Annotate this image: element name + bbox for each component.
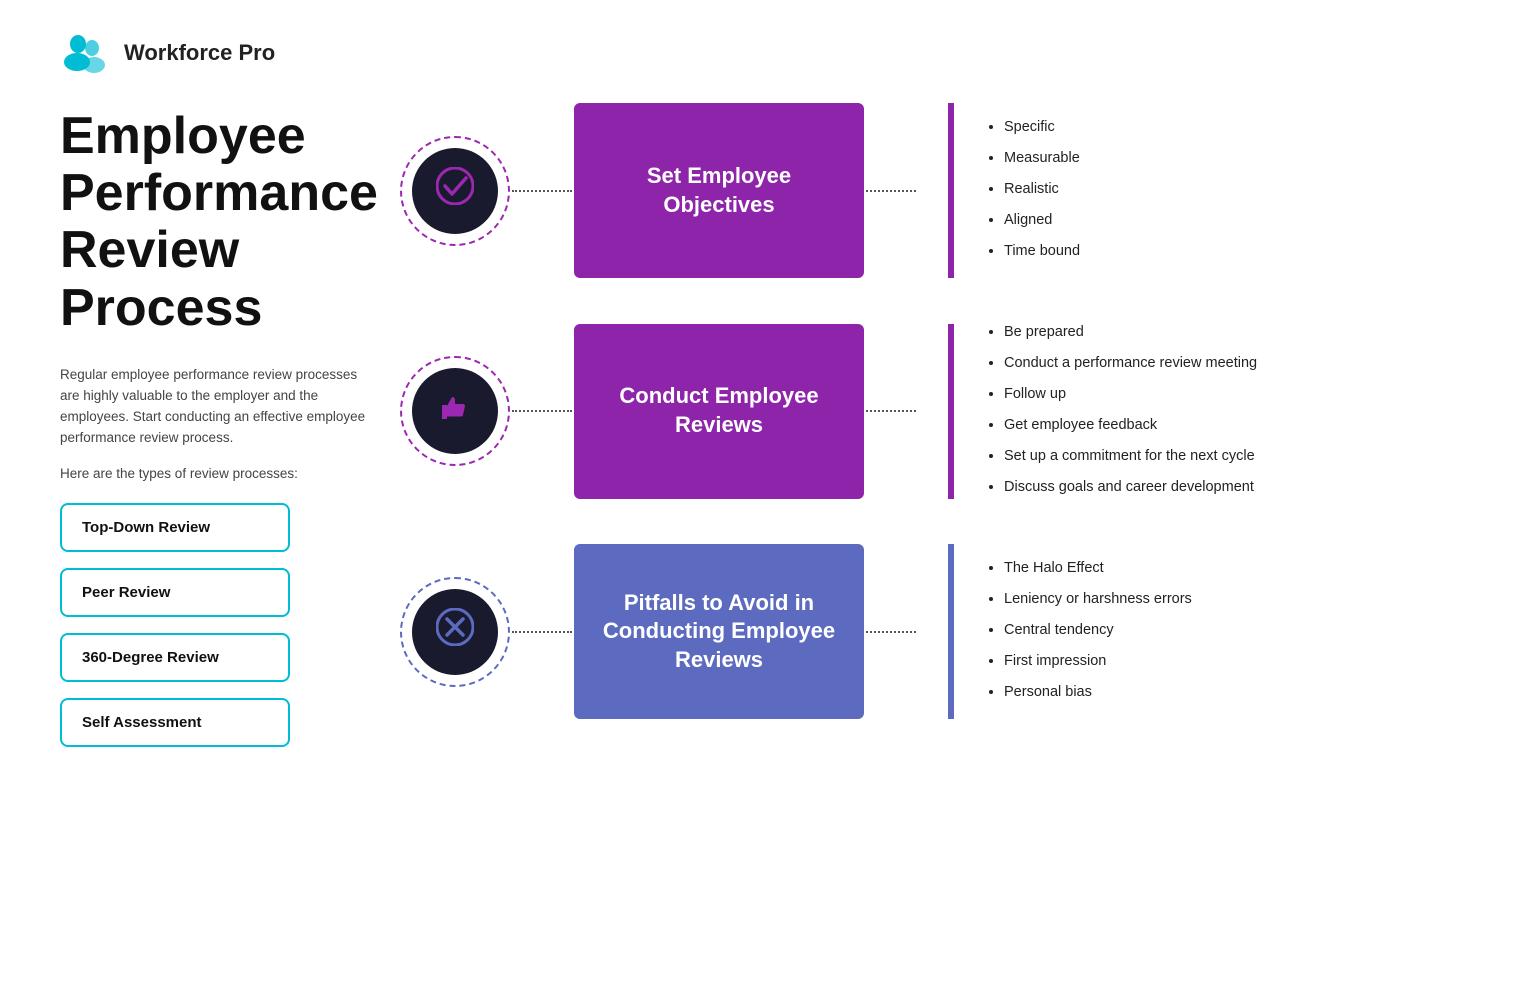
dotted-line-1 (512, 190, 572, 192)
xmark-icon (436, 608, 474, 655)
bullet-item: Conduct a performance review meeting (1004, 349, 1257, 378)
process-box-title-1: Set Employee Objectives (592, 162, 846, 219)
inner-circle-1 (412, 148, 498, 234)
bullet-list-3: The Halo Effect Leniency or harshness er… (984, 554, 1192, 709)
header: Workforce Pro (0, 0, 1536, 88)
process-box-1: Set Employee Objectives (574, 103, 864, 278)
bullet-item: Measurable (1004, 144, 1080, 173)
process-row-2: Conduct Employee Reviews Be prepared Con… (400, 318, 1476, 504)
review-types-label: Here are the types of review processes: (60, 466, 370, 481)
bullet-item: Personal bias (1004, 678, 1192, 707)
process-row-3: Pitfalls to Avoid in Conducting Employee… (400, 544, 1476, 719)
bullet-item: Specific (1004, 113, 1080, 142)
process-box-title-2: Conduct Employee Reviews (592, 382, 846, 439)
bullet-item: Discuss goals and career development (1004, 473, 1257, 502)
bullet-item: Be prepared (1004, 318, 1257, 347)
dotted-line-3b (866, 631, 916, 633)
vertical-bar-3 (948, 544, 954, 719)
page-title: Employee Performance Review Process (60, 108, 370, 337)
review-buttons-container: Top-Down Review Peer Review 360-Degree R… (60, 503, 370, 747)
review-btn-self[interactable]: Self Assessment (60, 698, 290, 747)
vertical-bar-1 (948, 103, 954, 278)
inner-circle-3 (412, 589, 498, 675)
bullet-list-2: Be prepared Conduct a performance review… (984, 318, 1257, 504)
vertical-bar-2 (948, 324, 954, 499)
bullet-item: Realistic (1004, 175, 1080, 204)
dotted-line-2b (866, 410, 916, 412)
inner-circle-2 (412, 368, 498, 454)
checkmark-icon (436, 167, 474, 214)
description-text: Regular employee performance review proc… (60, 365, 370, 449)
review-btn-top-down[interactable]: Top-Down Review (60, 503, 290, 552)
bullet-item: First impression (1004, 647, 1192, 676)
bullet-item: Set up a commitment for the next cycle (1004, 442, 1257, 471)
process-row-1: Set Employee Objectives Specific Measura… (400, 103, 1476, 278)
icon-wrapper-2 (400, 356, 510, 466)
bullet-item: Leniency or harshness errors (1004, 585, 1192, 614)
dotted-line-2 (512, 410, 572, 412)
bullet-item: Aligned (1004, 206, 1080, 235)
brand-name: Workforce Pro (124, 40, 275, 66)
bullet-item: Time bound (1004, 237, 1080, 266)
dotted-line-3 (512, 631, 572, 633)
process-box-3: Pitfalls to Avoid in Conducting Employee… (574, 544, 864, 719)
process-box-title-3: Pitfalls to Avoid in Conducting Employee… (592, 589, 846, 675)
bullet-list-1: Specific Measurable Realistic Aligned Ti… (984, 113, 1080, 268)
process-box-2: Conduct Employee Reviews (574, 324, 864, 499)
logo-icon (60, 28, 110, 78)
icon-wrapper-1 (400, 136, 510, 246)
review-btn-360[interactable]: 360-Degree Review (60, 633, 290, 682)
main-content: Employee Performance Review Process Regu… (0, 88, 1536, 789)
bullet-item: Central tendency (1004, 616, 1192, 645)
bullet-item: Get employee feedback (1004, 411, 1257, 440)
right-panel: Set Employee Objectives Specific Measura… (400, 98, 1476, 759)
bullet-item: The Halo Effect (1004, 554, 1192, 583)
icon-wrapper-3 (400, 577, 510, 687)
bullet-item: Follow up (1004, 380, 1257, 409)
left-panel: Employee Performance Review Process Regu… (60, 98, 400, 759)
thumbsup-icon (436, 388, 474, 435)
dotted-line-1b (866, 190, 916, 192)
review-btn-peer[interactable]: Peer Review (60, 568, 290, 617)
